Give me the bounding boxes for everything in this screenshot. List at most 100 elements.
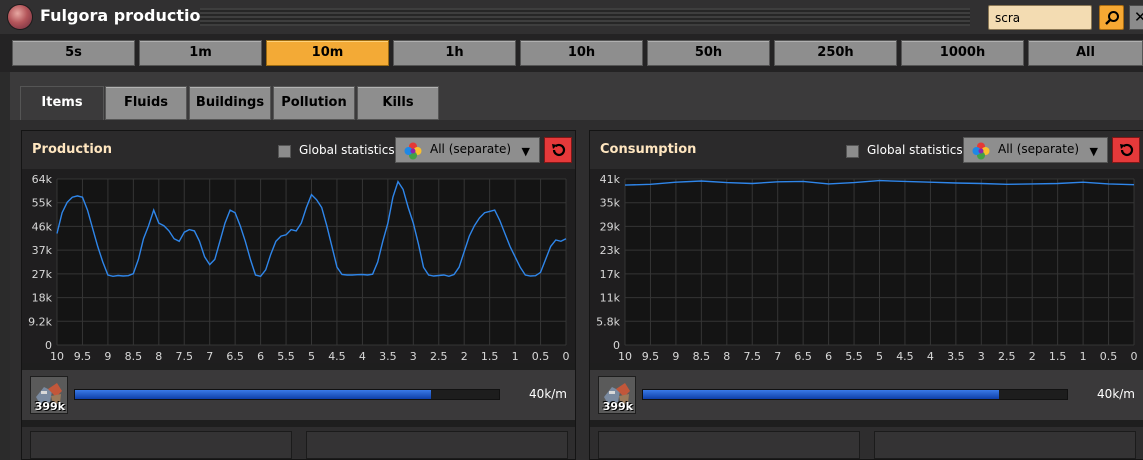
x-tick-label: 6 — [825, 350, 832, 363]
production-line-chart: 64k 55k 46k 37k 27k 18k 9.2k 0 10 9.5 9 8.5 8 7.5 7 6.5… — [28, 173, 569, 363]
color-wheel-icon — [972, 142, 990, 160]
consumption-global-statistics-label: Global statistics — [867, 143, 963, 157]
x-tick-label: 1 — [512, 350, 519, 363]
reset-icon — [1120, 143, 1134, 157]
time-range-5s[interactable]: 5s — [12, 40, 135, 66]
tab-fluids[interactable]: Fluids — [105, 86, 187, 120]
consumption-legend: 399k 40k/m — [590, 370, 1143, 420]
x-tick-label: 6.5 — [794, 350, 812, 363]
x-tick-label: 5 — [876, 350, 883, 363]
drag-handle[interactable] — [200, 8, 970, 26]
y-tick-label: 18k — [32, 292, 53, 305]
x-tick-label: 3.5 — [947, 350, 965, 363]
time-range-50h[interactable]: 50h — [647, 40, 770, 66]
search-input[interactable] — [988, 5, 1092, 30]
consumption-rate-bar — [642, 389, 1068, 400]
y-tick-label: 46k — [32, 220, 53, 233]
x-tick-label: 5.5 — [845, 350, 863, 363]
production-reset-button[interactable] — [544, 137, 572, 163]
reset-icon — [552, 143, 566, 157]
x-tick-label: 7 — [206, 350, 213, 363]
time-range-10h[interactable]: 10h — [520, 40, 643, 66]
search-icon — [1105, 11, 1119, 25]
production-footer — [22, 427, 575, 459]
production-item-slot[interactable]: 399k — [30, 376, 68, 414]
x-tick-label: 7.5 — [744, 350, 762, 363]
y-tick-label: 64k — [32, 173, 53, 186]
x-tick-label: 6.5 — [226, 350, 244, 363]
x-tick-label: 6 — [257, 350, 264, 363]
consumption-rate-label: 40k/m — [1097, 387, 1135, 401]
close-icon: ✕ — [1134, 8, 1143, 26]
y-tick-label: 5.8k — [596, 315, 620, 328]
consumption-title: Consumption — [600, 142, 697, 157]
consumption-footer — [590, 427, 1143, 459]
chevron-down-icon: ▼ — [1089, 145, 1098, 158]
y-tick-label: 11k — [600, 292, 621, 305]
close-button[interactable]: ✕ — [1129, 5, 1143, 30]
production-header: Production Global statistics All (separa… — [22, 131, 575, 169]
consumption-chart: 41k 35k 29k 23k 17k 11k 5.8k 0 10 9.5 9 8.5 8 7.5 7 6.5… — [590, 169, 1143, 363]
consumption-footer-slot — [598, 431, 860, 459]
x-tick-label: 0 — [1131, 350, 1138, 363]
time-range-10m[interactable]: 10m — [266, 40, 389, 66]
consumption-filter-label: All (separate) — [998, 142, 1080, 156]
x-tick-label: 0.5 — [1100, 350, 1118, 363]
time-range-1h[interactable]: 1h — [393, 40, 516, 66]
x-tick-label: 2.5 — [430, 350, 448, 363]
consumption-rate-fill — [643, 390, 1000, 399]
window-title: Fulgora production — [40, 6, 212, 25]
production-global-statistics-checkbox[interactable] — [278, 145, 291, 158]
x-tick-label: 9.5 — [74, 350, 92, 363]
consumption-item-count: 399k — [602, 400, 633, 413]
x-tick-label: 8 — [723, 350, 730, 363]
y-tick-label: 35k — [600, 197, 621, 210]
x-tick-label: 2 — [1029, 350, 1036, 363]
y-tick-label: 37k — [32, 244, 53, 257]
y-tick-label: 23k — [600, 244, 621, 257]
y-tick-label: 17k — [600, 268, 621, 281]
tab-pollution[interactable]: Pollution — [273, 86, 355, 120]
tab-buildings[interactable]: Buildings — [189, 86, 271, 120]
tab-kills[interactable]: Kills — [357, 86, 439, 120]
production-chart: 64k 55k 46k 37k 27k 18k 9.2k 0 10 9.5 9 8.5 8 7.5 7 6.5… — [22, 169, 575, 363]
consumption-reset-button[interactable] — [1112, 137, 1140, 163]
production-footer-slot — [30, 431, 292, 459]
time-range-1000h[interactable]: 1000h — [901, 40, 1024, 66]
title-bar[interactable]: Fulgora production ✕ — [0, 0, 1143, 34]
x-tick-label: 9.5 — [642, 350, 660, 363]
x-tick-label: 8 — [155, 350, 162, 363]
consumption-global-statistics-checkbox[interactable] — [846, 145, 859, 158]
x-tick-label: 1.5 — [1049, 350, 1067, 363]
time-range-250h[interactable]: 250h — [774, 40, 897, 66]
consumption-line-chart: 41k 35k 29k 23k 17k 11k 5.8k 0 10 9.5 9 8.5 8 7.5 7 6.5… — [596, 173, 1138, 363]
time-range-1m[interactable]: 1m — [139, 40, 262, 66]
production-global-statistics-label: Global statistics — [299, 143, 395, 157]
x-tick-label: 0.5 — [532, 350, 550, 363]
production-item-count: 399k — [34, 400, 65, 413]
x-tick-label: 4 — [359, 350, 366, 363]
x-tick-label: 3 — [978, 350, 985, 363]
y-tick-label: 41k — [600, 173, 621, 186]
y-tick-label: 27k — [32, 268, 53, 281]
x-tick-label: 4.5 — [896, 350, 914, 363]
consumption-panel: Consumption Global statistics All (separ… — [589, 130, 1143, 460]
x-tick-label: 7 — [774, 350, 781, 363]
production-filter-dropdown[interactable]: All (separate) ▼ — [395, 137, 540, 163]
y-tick-label: 9.2k — [28, 315, 52, 328]
production-title: Production — [32, 142, 112, 157]
x-tick-label: 8.5 — [693, 350, 711, 363]
consumption-item-slot[interactable]: 399k — [598, 376, 636, 414]
color-wheel-icon — [404, 142, 422, 160]
y-tick-label: 29k — [600, 220, 621, 233]
x-tick-label: 2 — [461, 350, 468, 363]
time-range-all[interactable]: All — [1028, 40, 1143, 66]
consumption-header: Consumption Global statistics All (separ… — [590, 131, 1143, 169]
search-button[interactable] — [1099, 5, 1124, 30]
x-tick-label: 5 — [308, 350, 315, 363]
x-tick-label: 10 — [618, 350, 632, 363]
production-rate-bar — [74, 389, 500, 400]
consumption-filter-dropdown[interactable]: All (separate) ▼ — [963, 137, 1108, 163]
planet-icon — [8, 5, 32, 29]
tab-items[interactable]: Items — [20, 86, 104, 122]
